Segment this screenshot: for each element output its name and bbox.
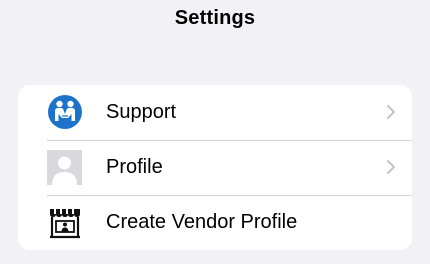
chevron-right-icon <box>386 159 396 175</box>
support-icon <box>47 94 83 130</box>
settings-item-label: Support <box>106 101 177 123</box>
settings-item-create-vendor-profile[interactable]: Create Vendor Profile <box>18 195 412 250</box>
settings-list: Support Profile Create Vendor Profile <box>18 85 412 250</box>
storefront-icon <box>47 204 83 240</box>
page-title: Settings <box>174 7 256 29</box>
settings-item-label: Create Vendor Profile <box>106 211 298 233</box>
chevron-right-icon <box>386 104 396 120</box>
settings-item-label: Profile <box>106 156 163 178</box>
settings-item-profile[interactable]: Profile <box>18 140 412 195</box>
profile-avatar-icon <box>47 150 82 185</box>
settings-item-support[interactable]: Support <box>18 85 412 140</box>
